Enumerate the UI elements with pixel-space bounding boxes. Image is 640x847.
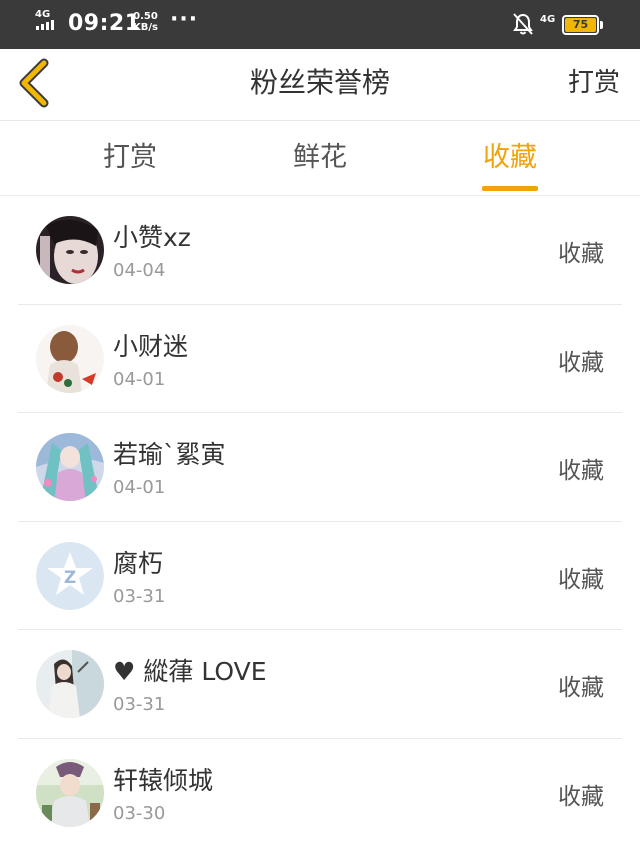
fan-name: 小财迷	[113, 327, 188, 363]
network-speed: 0.50 KB/s	[133, 11, 158, 33]
favorite-label: 收藏	[558, 560, 604, 594]
favorite-label: 收藏	[558, 343, 604, 377]
tab-reward[interactable]: 打赏	[50, 121, 210, 196]
svg-text:Z: Z	[64, 568, 76, 588]
fan-date: 04-04	[113, 260, 165, 281]
fan-date: 04-01	[113, 369, 165, 390]
fan-name-text: 縱葎 LOVE	[143, 657, 266, 686]
list-item[interactable]: ♥ 縱葎 LOVE 03-31 收藏	[0, 630, 640, 739]
fan-date: 04-01	[113, 477, 165, 498]
avatar: Z	[36, 542, 104, 610]
avatar	[36, 216, 104, 284]
back-button[interactable]	[12, 57, 56, 109]
fan-name: 若瑜`綤寅	[113, 435, 226, 471]
avatar	[36, 650, 104, 718]
heart-icon: ♥	[113, 657, 135, 686]
reward-button[interactable]: 打赏	[568, 49, 620, 121]
network-type: 4G	[35, 9, 50, 20]
fan-date: 03-31	[113, 694, 165, 715]
battery-icon: 75	[562, 15, 599, 35]
speed-unit: KB/s	[133, 22, 158, 33]
status-time: 09:21	[68, 11, 141, 36]
fan-list: 小赞xz 04-04 收藏 小财迷 04-01 收藏	[0, 196, 640, 847]
tab-favorites[interactable]: 收藏	[430, 121, 590, 196]
avatar	[36, 759, 104, 827]
avatar	[36, 433, 104, 501]
active-tab-indicator	[482, 186, 538, 191]
battery-cap	[600, 21, 603, 29]
list-item[interactable]: 若瑜`綤寅 04-01 收藏	[0, 413, 640, 522]
tab-bar: 打赏 鲜花 收藏	[0, 121, 640, 196]
fan-name: 轩辕倾城	[113, 761, 213, 797]
fan-name: 小赞xz	[113, 218, 191, 254]
favorite-label: 收藏	[558, 777, 604, 811]
fan-name: 腐朽	[113, 544, 163, 580]
fan-date: 03-31	[113, 586, 165, 607]
chevron-left-icon	[12, 57, 56, 109]
fan-date: 03-30	[113, 803, 165, 824]
battery-level: 75	[565, 18, 596, 32]
status-bar: 4G 09:21 0.50 KB/s ··· 4G 75	[0, 0, 640, 49]
list-item[interactable]: 小赞xz 04-04 收藏	[0, 196, 640, 305]
page-title: 粉丝荣誉榜	[0, 49, 640, 121]
list-item[interactable]: 小财迷 04-01 收藏	[0, 305, 640, 414]
signal-icon	[36, 20, 54, 30]
speed-value: 0.50	[133, 11, 158, 22]
fan-name: ♥ 縱葎 LOVE	[113, 652, 267, 688]
list-item[interactable]: Z 腐朽 03-31 收藏	[0, 522, 640, 631]
list-item[interactable]: 轩辕倾城 03-30 收藏	[0, 739, 640, 847]
tab-flowers[interactable]: 鲜花	[240, 121, 400, 196]
network-type-right: 4G	[540, 14, 555, 25]
bell-muted-icon	[512, 12, 534, 36]
favorite-label: 收藏	[558, 234, 604, 268]
more-notifications-icon: ···	[170, 7, 198, 32]
app-header: 粉丝荣誉榜 打赏	[0, 49, 640, 121]
avatar	[36, 325, 104, 393]
favorite-label: 收藏	[558, 668, 604, 702]
favorite-label: 收藏	[558, 451, 604, 485]
